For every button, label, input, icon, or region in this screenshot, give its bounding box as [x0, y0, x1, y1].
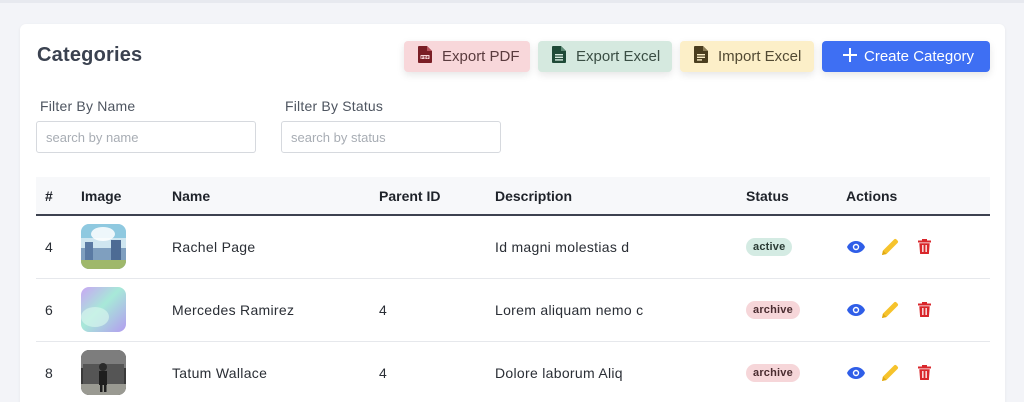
- row-actions: [846, 363, 990, 383]
- column-header-name: Name: [172, 187, 211, 204]
- export-pdf-label: Export PDF: [442, 48, 520, 65]
- landscape-thumbnail: [81, 224, 126, 270]
- trash-icon[interactable]: [914, 300, 934, 320]
- pdf-file-icon: PDF: [418, 46, 432, 67]
- categories-table: # Image Name Parent ID Description Statu…: [36, 177, 990, 402]
- eye-icon[interactable]: [846, 363, 866, 383]
- row-name: Mercedes Ramirez: [172, 301, 295, 318]
- column-header-parent-id: Parent ID: [379, 187, 441, 204]
- row-actions: [846, 237, 990, 257]
- status-badge: archive: [746, 301, 800, 319]
- svg-text:PDF: PDF: [421, 55, 430, 59]
- plus-icon: [842, 47, 858, 67]
- document-file-icon: [694, 46, 708, 67]
- table-row: 8 Tatum Wallace 4 Dolore laborum Aliq ar…: [36, 341, 990, 402]
- row-number: 4: [45, 238, 54, 255]
- column-header-description: Description: [495, 187, 573, 204]
- column-header-image: Image: [81, 187, 122, 204]
- toolbar: PDF Export PDF Export Excel Import Excel…: [404, 41, 990, 72]
- gradient-thumbnail: [81, 287, 126, 332]
- person-photo-thumbnail: [81, 350, 126, 395]
- status-badge: active: [746, 238, 793, 257]
- filter-by-name: Filter By Name: [36, 98, 256, 153]
- row-description: Lorem aliquam nemo c: [495, 301, 644, 318]
- trash-icon[interactable]: [914, 363, 934, 383]
- export-pdf-button[interactable]: PDF Export PDF: [404, 41, 530, 72]
- table-row: 4 Rachel Page Id magni molestias d activ…: [36, 215, 990, 278]
- row-number: 8: [45, 364, 54, 381]
- create-category-button[interactable]: Create Category: [822, 41, 990, 72]
- row-description: Dolore laborum Aliq: [495, 364, 623, 381]
- trash-icon[interactable]: [914, 237, 934, 257]
- row-parent-id: 4: [379, 364, 388, 381]
- import-excel-label: Import Excel: [718, 48, 802, 65]
- column-header-number: #: [45, 187, 53, 204]
- pencil-icon[interactable]: [880, 363, 900, 383]
- column-header-actions: Actions: [846, 187, 898, 204]
- row-parent-id: 4: [379, 301, 388, 318]
- import-excel-button[interactable]: Import Excel: [680, 41, 814, 72]
- export-excel-button[interactable]: Export Excel: [538, 41, 672, 72]
- filter-name-label: Filter By Name: [40, 98, 136, 114]
- row-number: 6: [45, 301, 54, 318]
- row-parent-id: [370, 215, 486, 278]
- export-excel-label: Export Excel: [576, 48, 661, 65]
- pencil-icon[interactable]: [880, 300, 900, 320]
- row-description: Id magni molestias d: [495, 238, 630, 255]
- row-actions: [846, 300, 990, 320]
- categories-card: Categories PDF Export PDF Export Excel I…: [20, 24, 1005, 402]
- pencil-icon[interactable]: [880, 237, 900, 257]
- table-header-row: # Image Name Parent ID Description Statu…: [36, 177, 990, 215]
- excel-file-icon: [552, 46, 566, 67]
- name-search-input[interactable]: [36, 121, 256, 153]
- filter-by-status: Filter By Status: [281, 98, 501, 153]
- table-row: 6 Mercedes Ramirez 4 Lorem aliquam nemo …: [36, 278, 990, 341]
- top-border: [0, 0, 1024, 3]
- status-search-input[interactable]: [281, 121, 501, 153]
- status-badge: archive: [746, 364, 800, 382]
- eye-icon[interactable]: [846, 300, 866, 320]
- row-name: Tatum Wallace: [172, 364, 268, 381]
- filter-status-label: Filter By Status: [285, 98, 384, 114]
- eye-icon[interactable]: [846, 237, 866, 257]
- page-title: Categories: [37, 44, 143, 66]
- row-name: Rachel Page: [172, 238, 256, 255]
- column-header-status: Status: [746, 187, 789, 204]
- create-category-label: Create Category: [864, 48, 975, 65]
